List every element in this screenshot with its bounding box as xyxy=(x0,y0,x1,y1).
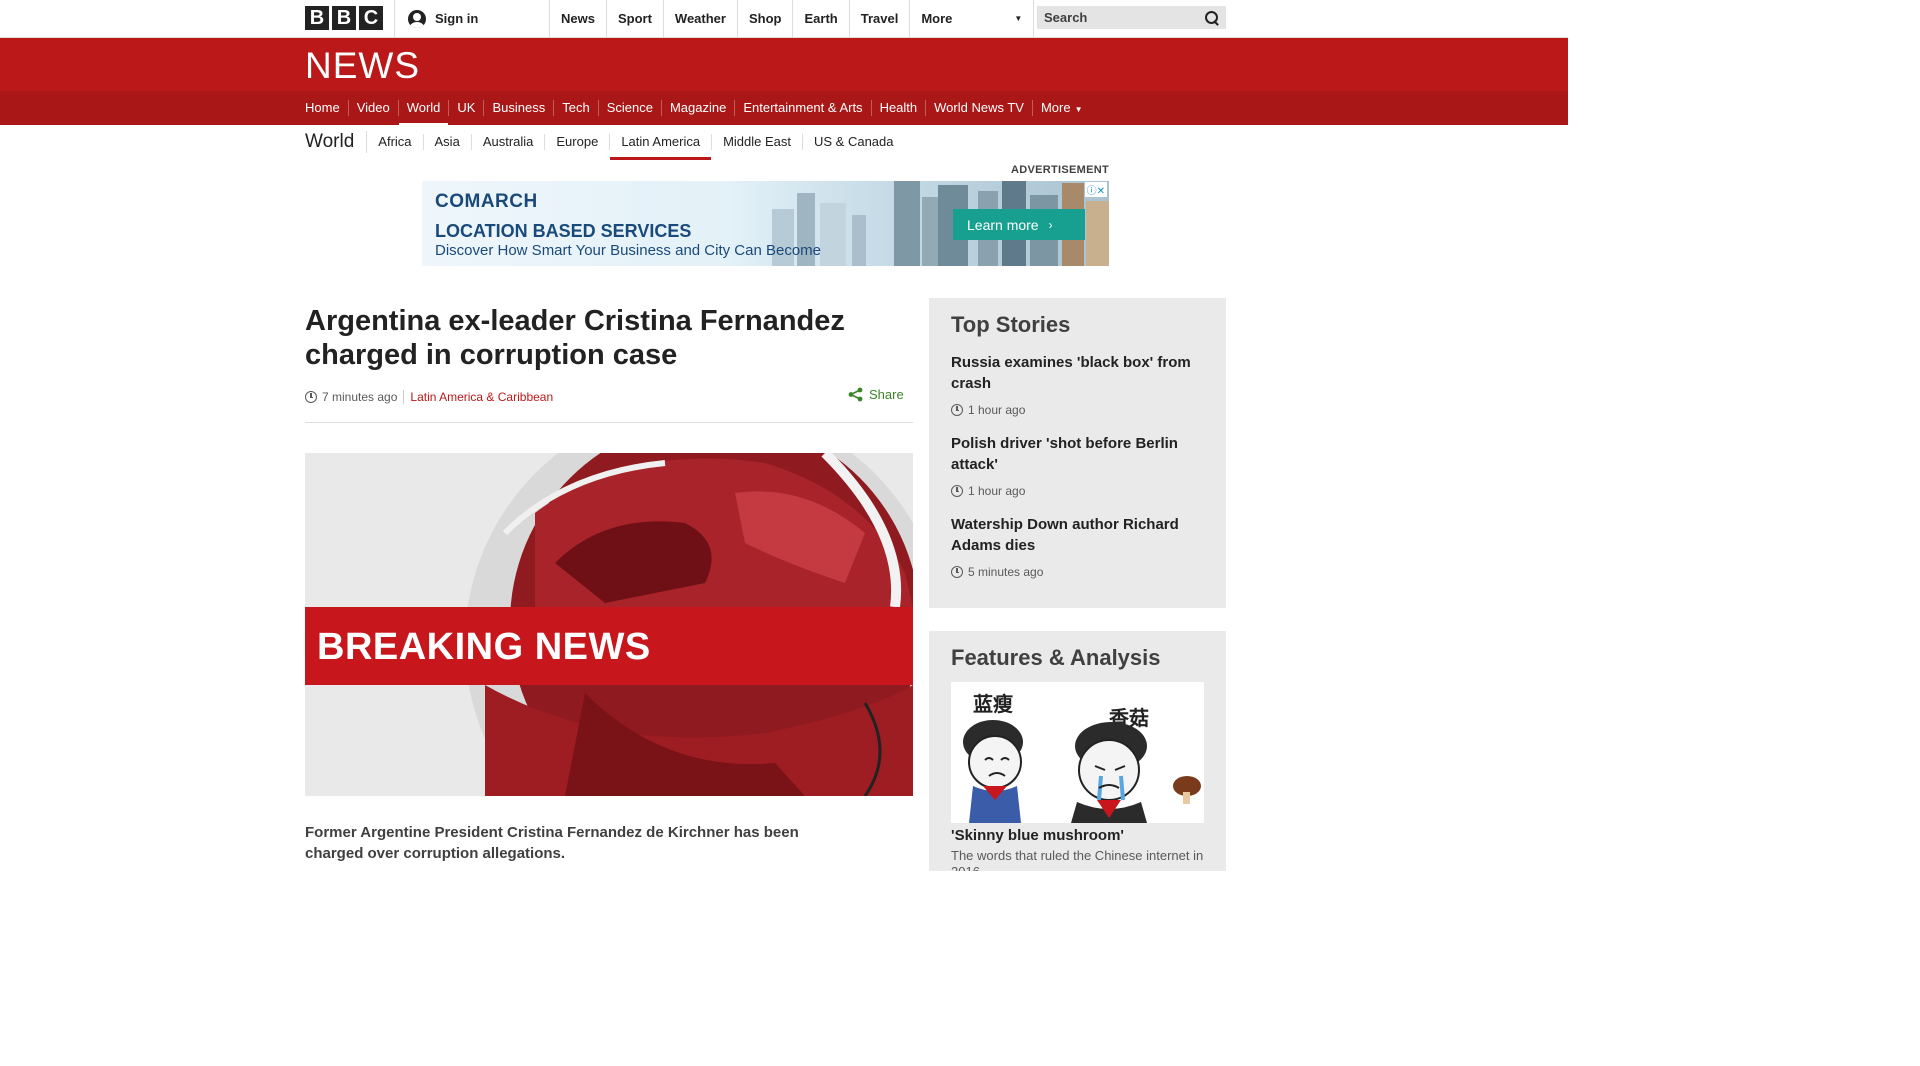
top-story-item[interactable]: Watership Down author Richard Adams dies… xyxy=(951,514,1209,579)
news-logo[interactable]: NEWS xyxy=(305,45,420,87)
feature-thumbnail[interactable]: 蓝瘦 香菇 xyxy=(951,682,1204,823)
global-nav-more-label: More xyxy=(921,11,953,26)
news-nav-world[interactable]: World xyxy=(398,100,450,127)
bbc-top-bar: B B C Sign in News Sport Weather Shop Ea… xyxy=(0,0,1568,38)
top-stories-title: Top Stories xyxy=(951,312,1071,337)
top-story-time-text: 1 hour ago xyxy=(968,403,1026,417)
meta-divider xyxy=(403,390,405,404)
share-icon xyxy=(848,387,863,402)
bbc-logo-letter-b2: B xyxy=(332,6,356,30)
chevron-down-icon: ▼ xyxy=(1074,105,1083,114)
top-story-time-text: 1 hour ago xyxy=(968,484,1026,498)
share-label: Share xyxy=(869,387,904,402)
clock-icon xyxy=(305,391,317,403)
search-placeholder: Search xyxy=(1044,10,1088,25)
clock-icon xyxy=(951,566,963,578)
top-story-time: 1 hour ago xyxy=(951,403,1209,417)
section-nav-asia[interactable]: Asia xyxy=(424,134,472,150)
news-nav-world-news-tv[interactable]: World News TV xyxy=(926,100,1033,116)
story-timestamp: 7 minutes ago xyxy=(322,390,398,404)
story-category-link[interactable]: Latin America & Caribbean xyxy=(410,390,553,404)
global-nav-sport[interactable]: Sport xyxy=(607,0,664,37)
sign-in-link[interactable]: Sign in xyxy=(394,0,550,37)
story-lead-paragraph: Former Argentine President Cristina Fern… xyxy=(305,824,799,862)
search-icon[interactable] xyxy=(1205,10,1219,25)
story-meta: 7 minutes ago Latin America & Caribbean xyxy=(305,388,553,406)
global-nav-earth[interactable]: Earth xyxy=(793,0,850,37)
ad-cta-label: Learn more xyxy=(967,216,1039,233)
search-input[interactable]: Search xyxy=(1037,6,1226,29)
adchoices-icon[interactable]: ⓘ✕ xyxy=(1084,182,1107,197)
global-nav-shop[interactable]: Shop xyxy=(738,0,794,37)
bbc-logo-letter-b1: B xyxy=(305,6,329,30)
section-nav-africa[interactable]: Africa xyxy=(367,134,424,150)
ad-brand: COMARCH xyxy=(435,191,538,212)
section-nav-middle-east[interactable]: Middle East xyxy=(712,134,803,150)
global-nav-travel[interactable]: Travel xyxy=(850,0,911,37)
chevron-right-icon: › xyxy=(1048,217,1053,232)
news-nav-business[interactable]: Business xyxy=(484,100,555,116)
top-story-headline[interactable]: Russia examines 'black box' from crash xyxy=(951,352,1209,394)
global-nav-more[interactable]: More ▼ xyxy=(910,0,1035,37)
news-nav-entertainment-arts[interactable]: Entertainment & Arts xyxy=(735,100,872,116)
top-story-headline[interactable]: Watership Down author Richard Adams dies xyxy=(951,514,1209,556)
feature-title[interactable]: 'Skinny blue mushroom' xyxy=(951,827,1124,844)
news-nav-magazine[interactable]: Magazine xyxy=(662,100,736,116)
ad-subline: Discover How Smart Your Business and Cit… xyxy=(435,242,822,259)
section-nav-us-canada[interactable]: US & Canada xyxy=(803,134,905,150)
meme-cartoon-graphic xyxy=(963,720,1201,823)
top-story-item[interactable]: Polish driver 'shot before Berlin attack… xyxy=(951,433,1209,498)
story-headline: Argentina ex-leader Cristina Fernandez c… xyxy=(305,305,845,371)
divider xyxy=(305,422,913,423)
top-story-headline[interactable]: Polish driver 'shot before Berlin attack… xyxy=(951,433,1209,475)
global-nav-news[interactable]: News xyxy=(550,0,607,37)
news-nav-uk[interactable]: UK xyxy=(449,100,485,116)
chevron-down-icon: ▼ xyxy=(1014,14,1023,23)
news-nav-more[interactable]: More ▼ xyxy=(1033,100,1091,116)
top-story-time: 5 minutes ago xyxy=(951,565,1209,579)
news-nav: Home Video World UK Business Tech Scienc… xyxy=(0,91,1568,127)
global-nav: News Sport Weather Shop Earth Travel Mor… xyxy=(550,0,1035,37)
ad-learn-more-button[interactable]: Learn more › xyxy=(953,209,1085,240)
features-title: Features & Analysis xyxy=(951,645,1161,670)
section-nav-europe[interactable]: Europe xyxy=(545,134,611,150)
breaking-news-text: BREAKING NEWS xyxy=(317,626,651,668)
global-nav-weather[interactable]: Weather xyxy=(664,0,738,37)
breaking-news-band: BREAKING NEWS xyxy=(305,607,913,685)
section-nav-australia[interactable]: Australia xyxy=(472,134,546,150)
news-nav-science[interactable]: Science xyxy=(599,100,662,116)
top-stories-panel: Top Stories Russia examines 'black box' … xyxy=(929,298,1226,608)
ad-headline: LOCATION BASED SERVICES xyxy=(435,221,692,241)
news-masthead: NEWS xyxy=(0,38,1568,91)
user-icon xyxy=(408,9,426,28)
sign-in-label: Sign in xyxy=(435,11,479,26)
top-story-item[interactable]: Russia examines 'black box' from crash 1… xyxy=(951,352,1209,417)
news-nav-more-label: More xyxy=(1040,100,1071,115)
bbc-logo-letter-c: C xyxy=(359,6,383,30)
world-section-nav: World Africa Asia Australia Europe Latin… xyxy=(305,125,905,160)
news-nav-tech[interactable]: Tech xyxy=(554,100,599,116)
top-story-time: 1 hour ago xyxy=(951,484,1209,498)
feature-summary: The words that ruled the Chinese interne… xyxy=(951,848,1204,871)
section-nav-latin-america[interactable]: Latin America xyxy=(610,134,713,160)
news-nav-health[interactable]: Health xyxy=(872,100,927,116)
news-nav-home[interactable]: Home xyxy=(297,100,349,116)
bbc-logo[interactable]: B B C xyxy=(305,6,383,30)
clock-icon xyxy=(951,404,963,416)
top-story-time-text: 5 minutes ago xyxy=(968,565,1044,579)
features-analysis-panel: Features & Analysis 蓝瘦 香菇 'Skinny blue m… xyxy=(929,631,1226,871)
section-title[interactable]: World xyxy=(305,131,368,153)
advertisement-banner[interactable]: COMARCH LOCATION BASED SERVICES Discover… xyxy=(422,181,1109,266)
clock-icon xyxy=(951,485,963,497)
advertisement-label: ADVERTISEMENT xyxy=(1010,164,1109,176)
share-button[interactable]: Share xyxy=(848,387,904,402)
news-nav-video[interactable]: Video xyxy=(349,100,399,116)
breaking-news-image: BREAKING NEWS xyxy=(305,453,913,796)
